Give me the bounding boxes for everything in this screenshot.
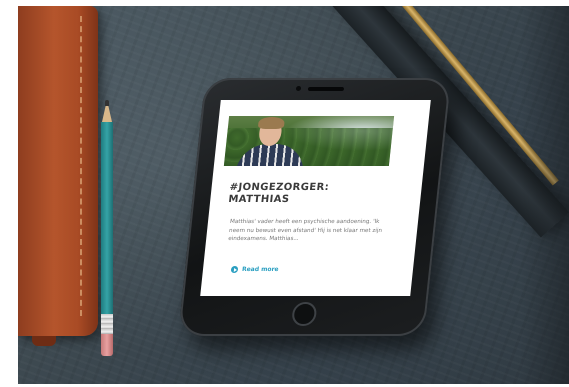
- read-more-label: Read more: [241, 266, 279, 273]
- pencil-ferrule: [101, 314, 113, 334]
- smartphone: #JONGEZORGER: MATTHIAS Matthias' vader h…: [178, 78, 452, 336]
- read-more-link[interactable]: Read more: [230, 266, 279, 273]
- leather-strap: [32, 336, 56, 346]
- article-title[interactable]: #JONGEZORGER: MATTHIAS: [228, 182, 351, 206]
- leather-notebook: [18, 6, 98, 346]
- article-excerpt: Matthias' vader heeft een psychische aan…: [227, 219, 383, 242]
- earpiece-speaker: [307, 87, 345, 91]
- article-hero-image[interactable]: [223, 116, 395, 166]
- teal-pencil: [100, 100, 114, 360]
- pencil-lead: [105, 100, 109, 106]
- play-circle-icon: [230, 266, 239, 273]
- hero-person: [231, 117, 312, 166]
- photo-scene: #JONGEZORGER: MATTHIAS Matthias' vader h…: [0, 0, 569, 387]
- leather-stitching: [80, 16, 82, 316]
- front-camera: [295, 86, 302, 91]
- home-button[interactable]: [291, 302, 318, 326]
- hero-person-sweater: [235, 144, 307, 166]
- pencil-body: [101, 122, 113, 314]
- pencil-eraser: [101, 334, 113, 356]
- phone-screen: #JONGEZORGER: MATTHIAS Matthias' vader h…: [200, 100, 431, 296]
- hero-person-hair: [257, 117, 286, 129]
- right-shadow: [520, 6, 569, 384]
